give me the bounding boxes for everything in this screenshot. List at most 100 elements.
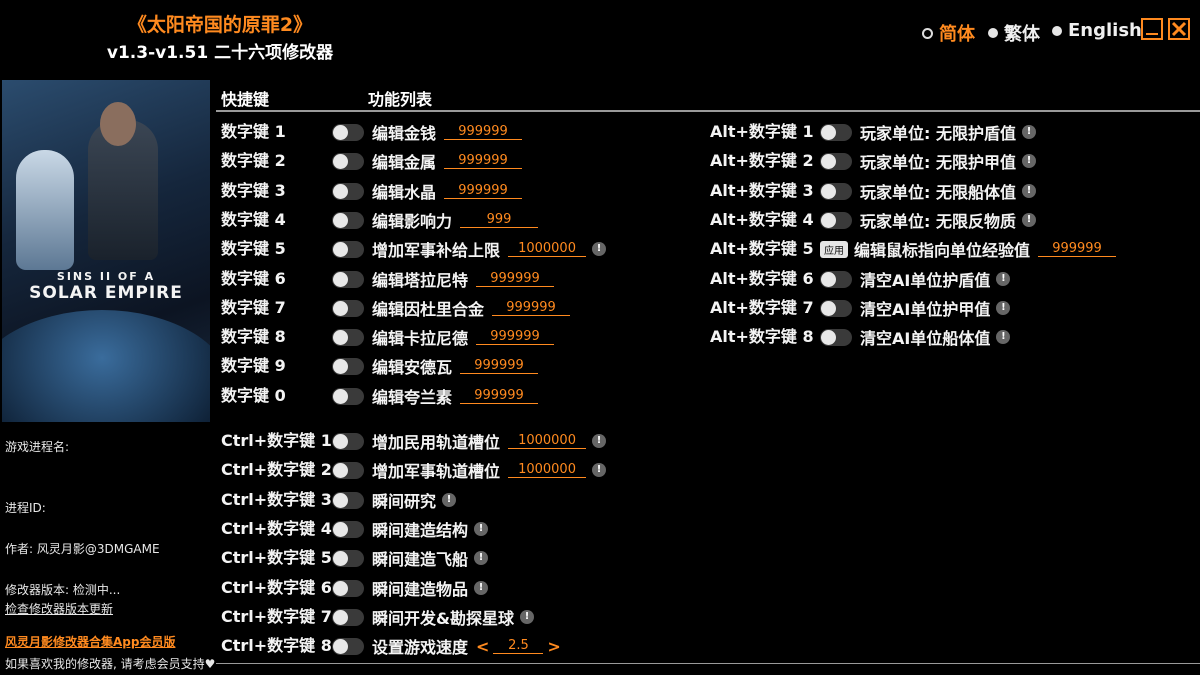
apply-button[interactable]: 应用 [820, 240, 848, 258]
check-update-link[interactable]: 检查修改器版本更新 [5, 600, 113, 617]
lang-simplified[interactable]: 简体 [922, 20, 975, 46]
value-input[interactable]: 1000000 [508, 433, 587, 449]
support-text: 如果喜欢我的修改器, 请考虑会员支持♥ [5, 657, 216, 671]
cheat-toggle[interactable] [332, 387, 364, 405]
cheat-label: 瞬间建造结构 [372, 521, 469, 540]
lang-english[interactable]: English [1052, 20, 1142, 41]
cheat-label: 清空AI单位护甲值 [860, 300, 991, 319]
hotkey-label: Alt+数字键 2 [710, 151, 814, 170]
cheat-label: 瞬间建造飞船 [372, 550, 469, 569]
lang-traditional[interactable]: 繁体 [988, 20, 1040, 46]
cheat-toggle[interactable] [820, 152, 852, 170]
increase-arrow[interactable]: > [547, 637, 560, 656]
warning-icon: ! [474, 581, 489, 595]
cheat-row: 清空AI单位护甲值! [820, 294, 1011, 322]
cheat-toggle[interactable] [332, 299, 364, 317]
cheat-toggle[interactable] [820, 182, 852, 200]
cheat-label: 清空AI单位船体值 [860, 329, 991, 348]
value-input[interactable]: 999999 [444, 124, 523, 140]
cheat-label: 清空AI单位护盾值 [860, 271, 991, 290]
warning-icon: ! [1021, 125, 1036, 139]
value-input[interactable]: 1000000 [508, 241, 587, 257]
minimize-button[interactable] [1141, 18, 1163, 40]
cheat-toggle[interactable] [820, 299, 852, 317]
cheat-label: 玩家单位: 无限护盾值 [860, 124, 1016, 143]
radio-icon [1052, 25, 1062, 36]
cheat-row: 编辑卡拉尼德 999999 [332, 323, 555, 351]
value-input[interactable]: 2.5 [493, 638, 544, 654]
cheat-toggle[interactable] [332, 123, 364, 141]
cheat-toggle[interactable] [332, 328, 364, 346]
decrease-arrow[interactable]: < [476, 637, 489, 656]
value-input[interactable]: 999 [460, 212, 539, 228]
value-input[interactable]: 999999 [444, 153, 523, 169]
cheat-toggle[interactable] [332, 520, 364, 538]
cheat-row: 瞬间研究! [332, 486, 457, 514]
cheat-toggle[interactable] [332, 270, 364, 288]
hotkey-label: Ctrl+数字键 1 [221, 431, 332, 450]
radio-selected-icon [922, 27, 933, 39]
value-input[interactable]: 999999 [476, 271, 555, 287]
warning-icon: ! [996, 301, 1011, 315]
promo-link[interactable]: 风灵月影修改器合集App会员版 [5, 633, 175, 650]
cheat-toggle[interactable] [820, 270, 852, 288]
process-id-label: 进程ID: [5, 501, 46, 515]
cheat-toggle[interactable] [332, 211, 364, 229]
cheat-toggle[interactable] [332, 182, 364, 200]
cheat-label: 设置游戏速度 [372, 638, 469, 657]
hotkey-label: Alt+数字键 1 [710, 122, 814, 141]
value-input[interactable]: 1000000 [508, 462, 587, 478]
app-title: 《太阳帝国的原罪2》 [127, 14, 313, 36]
warning-icon: ! [1021, 213, 1036, 227]
cheat-toggle[interactable] [332, 461, 364, 479]
cheat-row: 瞬间开发&勘探星球! [332, 603, 534, 631]
warning-icon: ! [519, 610, 534, 624]
cheat-row: 设置游戏速度 <2.5 > [332, 632, 565, 660]
close-button[interactable] [1168, 18, 1190, 40]
cheat-toggle[interactable] [332, 357, 364, 375]
warning-icon: ! [474, 551, 489, 565]
hotkey-label: Alt+数字键 8 [710, 327, 814, 346]
value-input[interactable]: 999999 [1038, 241, 1117, 257]
cheat-toggle[interactable] [332, 549, 364, 567]
cheat-row: 编辑金钱 999999 [332, 118, 523, 146]
cheat-toggle[interactable] [332, 579, 364, 597]
cheat-toggle[interactable] [820, 328, 852, 346]
hotkey-label: Ctrl+数字键 7 [221, 607, 332, 626]
lang-label: 简体 [939, 24, 975, 45]
cheat-label: 增加民用轨道槽位 [372, 433, 501, 452]
hotkey-label: Ctrl+数字键 5 [221, 548, 332, 567]
cheat-row: 清空AI单位船体值! [820, 323, 1011, 351]
cheat-toggle[interactable] [820, 123, 852, 141]
cheat-label: 编辑影响力 [372, 212, 453, 231]
value-input[interactable]: 999999 [492, 300, 571, 316]
hotkey-label: 数字键 7 [221, 298, 286, 317]
cheat-toggle[interactable] [332, 152, 364, 170]
cheat-toggle[interactable] [332, 432, 364, 450]
cheat-row: 瞬间建造物品! [332, 574, 489, 602]
cheat-label: 编辑安德瓦 [372, 358, 453, 377]
hotkey-label: 数字键 2 [221, 151, 286, 170]
cheat-row: 编辑安德瓦 999999 [332, 352, 539, 380]
value-input[interactable]: 999999 [460, 388, 539, 404]
value-input[interactable]: 999999 [476, 329, 555, 345]
cheat-row: 编辑金属 999999 [332, 147, 523, 175]
process-name-label: 游戏进程名: [5, 440, 70, 454]
game-logo: SINS II OF A SOLAR EMPIRE [2, 270, 210, 303]
cheat-row: 瞬间建造飞船! [332, 544, 489, 572]
cheat-row: 清空AI单位护盾值! [820, 265, 1011, 293]
value-input[interactable]: 999999 [444, 183, 523, 199]
cheat-row: 编辑影响力 999 [332, 206, 539, 234]
hotkey-label: Alt+数字键 6 [710, 269, 814, 288]
cheat-toggle[interactable] [332, 240, 364, 258]
cheat-toggle[interactable] [820, 211, 852, 229]
hotkey-label: 数字键 4 [221, 210, 286, 229]
warning-icon: ! [996, 330, 1011, 344]
warning-icon: ! [592, 434, 607, 448]
value-input[interactable]: 999999 [460, 358, 539, 374]
cheat-toggle[interactable] [332, 608, 364, 626]
cheat-toggle[interactable] [332, 637, 364, 655]
cheat-label: 编辑鼠标指向单位经验值 [854, 241, 1031, 260]
cheat-toggle[interactable] [332, 491, 364, 509]
hotkey-label: 数字键 8 [221, 327, 286, 346]
